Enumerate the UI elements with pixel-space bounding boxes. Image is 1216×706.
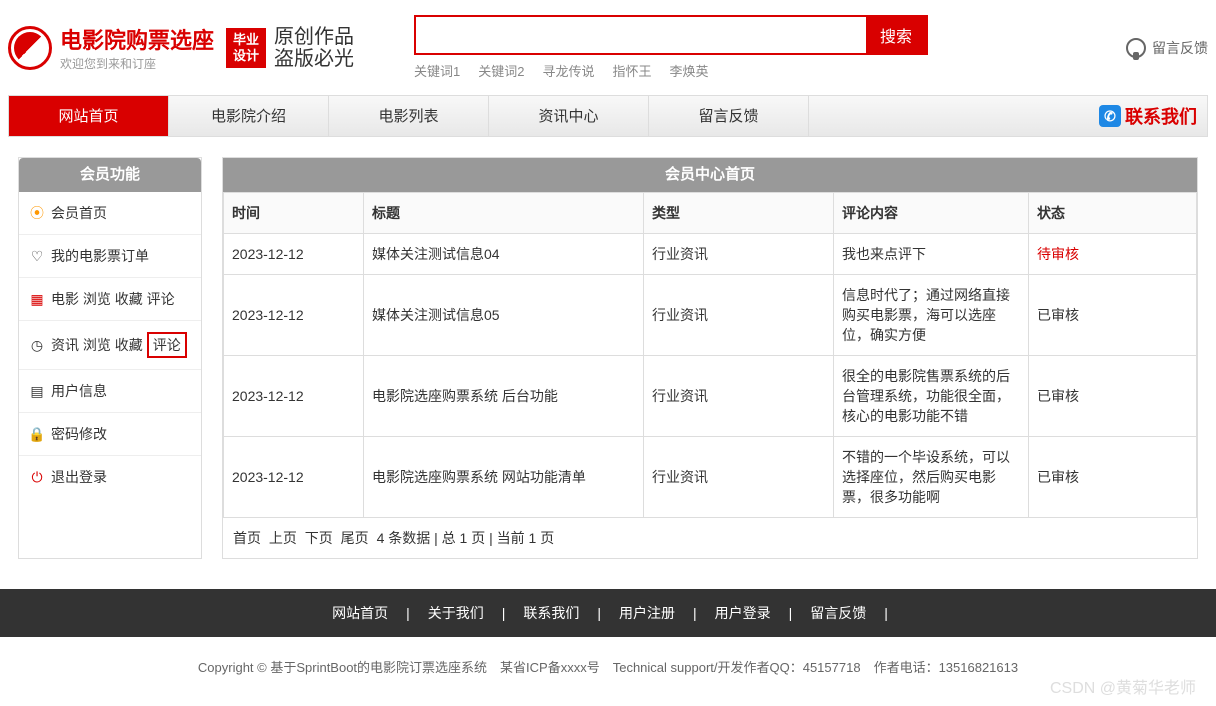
sidebar-item-label: 会员首页	[51, 203, 107, 223]
table-cell: 2023-12-12	[224, 356, 364, 437]
keyword-link[interactable]: 关键词2	[478, 64, 524, 79]
table-cell: 信息时代了；通过网络直接购买电影票，海可以选座位，确实方便	[834, 275, 1029, 356]
table-cell: 行业资讯	[644, 437, 834, 518]
header: 电影院购票选座 欢迎您到来和订座 毕业设计 原创作品 盗版必光 搜索 关键词1关…	[8, 0, 1208, 95]
nav-item[interactable]: 网站首页	[9, 96, 169, 136]
search-input[interactable]	[416, 17, 866, 53]
table-row: 2023-12-12媒体关注测试信息05行业资讯信息时代了；通过网络直接购买电影…	[224, 275, 1197, 356]
sidebar-item-label: 我的电影票订单	[51, 246, 149, 266]
sidebar-item-label: 密码修改	[51, 424, 107, 444]
keyword-link[interactable]: 寻龙传说	[542, 64, 594, 79]
pagination: 首页 上页 下页 尾页 4 条数据 | 总 1 页 | 当前 1 页	[223, 518, 1197, 558]
footer-link[interactable]: 关于我们	[428, 605, 484, 621]
table-cell: 媒体关注测试信息05	[364, 275, 644, 356]
nav-item[interactable]: 电影列表	[329, 96, 489, 136]
table-cell: 行业资讯	[644, 356, 834, 437]
contact-us[interactable]: ✆ 联系我们	[1099, 96, 1207, 136]
footer-link[interactable]: 网站首页	[332, 605, 388, 621]
phone-icon: ✆	[1099, 105, 1121, 127]
keyword-link[interactable]: 关键词1	[414, 64, 460, 79]
footer-nav: 网站首页 | 关于我们 | 联系我们 | 用户注册 | 用户登录 | 留言反馈 …	[0, 589, 1216, 637]
table-cell: 很全的电影院售票系统的后台管理系统，功能很全面，核心的电影功能不错	[834, 356, 1029, 437]
sidebar-item-label: 电影 浏览 收藏 评论	[51, 289, 175, 309]
table-row: 2023-12-12电影院选座购票系统 后台功能行业资讯很全的电影院售票系统的后…	[224, 356, 1197, 437]
table-cell: 媒体关注测试信息04	[364, 234, 644, 275]
table-cell: 已审核	[1029, 437, 1197, 518]
table-cell: 已审核	[1029, 275, 1197, 356]
headset-icon	[1126, 38, 1146, 58]
table-row: 2023-12-12媒体关注测试信息04行业资讯我也来点评下待审核	[224, 234, 1197, 275]
page-next[interactable]: 下页	[305, 530, 333, 546]
sidebar-item[interactable]: ▤ 用户信息	[19, 370, 201, 413]
table-cell: 行业资讯	[644, 234, 834, 275]
table-cell: 2023-12-12	[224, 234, 364, 275]
search-box: 搜索	[414, 15, 928, 55]
footer-link[interactable]: 用户登录	[715, 605, 771, 621]
badge-graduation: 毕业设计	[226, 28, 266, 68]
page-last[interactable]: 尾页	[341, 530, 369, 546]
table-cell: 电影院选座购票系统 网站功能清单	[364, 437, 644, 518]
table-cell: 待审核	[1029, 234, 1197, 275]
table-header: 状态	[1029, 193, 1197, 234]
page-prev[interactable]: 上页	[269, 530, 297, 546]
footer-link[interactable]: 用户注册	[619, 605, 675, 621]
nav-item[interactable]: 资讯中心	[489, 96, 649, 136]
sidebar-item[interactable]: ◷ 资讯 浏览 收藏 评论	[19, 321, 201, 370]
sidebar-item[interactable]: ⏻ 退出登录	[19, 456, 201, 498]
footer-link[interactable]: 联系我们	[523, 605, 579, 621]
page-info: 4 条数据 | 总 1 页 | 当前 1 页	[377, 530, 555, 546]
sidebar-item-label: 用户信息	[51, 381, 107, 401]
tagline: 原创作品 盗版必光	[274, 26, 354, 70]
table-cell: 我也来点评下	[834, 234, 1029, 275]
main-nav: 网站首页电影院介绍电影列表资讯中心留言反馈 ✆ 联系我们	[8, 95, 1208, 137]
keyword-link[interactable]: 指怀王	[613, 64, 652, 79]
table-row: 2023-12-12电影院选座购票系统 网站功能清单行业资讯不错的一个毕设系统，…	[224, 437, 1197, 518]
footer-link[interactable]: 留言反馈	[810, 605, 866, 621]
sidebar: 会员功能 ⦿ 会员首页♡ 我的电影票订单▦ 电影 浏览 收藏 评论◷ 资讯 浏览…	[18, 157, 202, 559]
sidebar-item-label: 退出登录	[51, 467, 107, 487]
logo-area[interactable]: 电影院购票选座 欢迎您到来和订座	[8, 23, 214, 72]
keyword-links: 关键词1 关键词2 寻龙传说 指怀王 李焕英	[414, 61, 928, 80]
sidebar-item-label: 资讯 浏览 收藏	[51, 335, 143, 355]
table-cell: 2023-12-12	[224, 437, 364, 518]
table-header: 类型	[644, 193, 834, 234]
table-header: 时间	[224, 193, 364, 234]
logo-icon	[8, 26, 52, 70]
footer-copyright: Copyright © 基于SprintBoot的电影院订票选座系统 某省ICP…	[0, 637, 1216, 696]
page-first[interactable]: 首页	[233, 530, 261, 546]
table-header: 评论内容	[834, 193, 1029, 234]
highlighted-label: 评论	[147, 332, 187, 358]
search-button[interactable]: 搜索	[866, 17, 926, 53]
comments-table: 时间标题类型评论内容状态 2023-12-12媒体关注测试信息04行业资讯我也来…	[223, 192, 1197, 518]
content-title: 会员中心首页	[223, 158, 1197, 192]
nav-item[interactable]: 留言反馈	[649, 96, 809, 136]
feedback-link-top[interactable]: 留言反馈	[1126, 38, 1208, 58]
nav-item[interactable]: 电影院介绍	[169, 96, 329, 136]
site-subtitle: 欢迎您到来和订座	[60, 55, 214, 72]
table-cell: 行业资讯	[644, 275, 834, 356]
content-panel: 会员中心首页 时间标题类型评论内容状态 2023-12-12媒体关注测试信息04…	[222, 157, 1198, 559]
table-cell: 不错的一个毕设系统，可以选择座位，然后购买电影票，很多功能啊	[834, 437, 1029, 518]
keyword-link[interactable]: 李焕英	[670, 64, 709, 79]
sidebar-item[interactable]: ♡ 我的电影票订单	[19, 235, 201, 278]
site-title: 电影院购票选座	[60, 23, 214, 55]
table-cell: 2023-12-12	[224, 275, 364, 356]
table-header: 标题	[364, 193, 644, 234]
table-cell: 已审核	[1029, 356, 1197, 437]
sidebar-item[interactable]: 🔒 密码修改	[19, 413, 201, 456]
sidebar-item[interactable]: ▦ 电影 浏览 收藏 评论	[19, 278, 201, 321]
table-cell: 电影院选座购票系统 后台功能	[364, 356, 644, 437]
sidebar-item[interactable]: ⦿ 会员首页	[19, 192, 201, 235]
sidebar-title: 会员功能	[19, 158, 201, 192]
